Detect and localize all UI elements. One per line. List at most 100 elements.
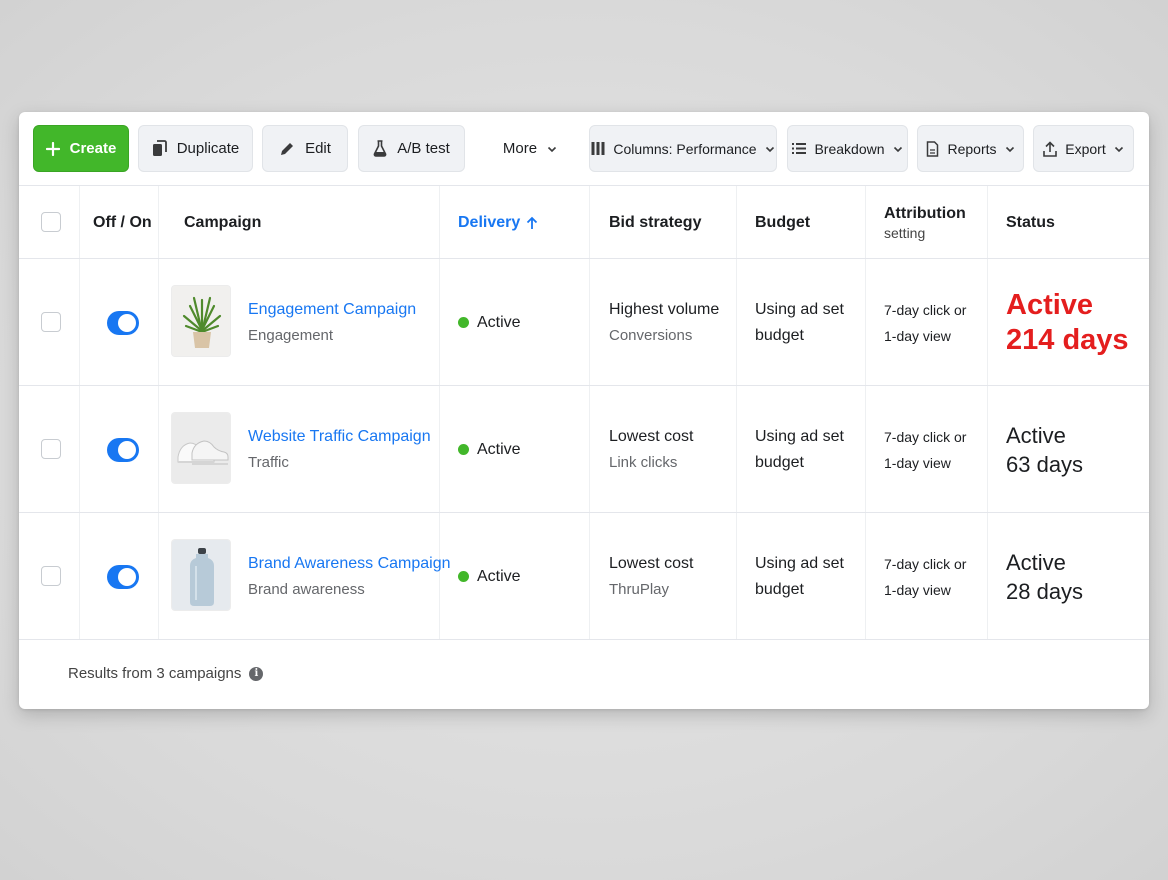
bid-strategy-cell: Highest volume Conversions [609, 259, 719, 386]
reports-label: Reports [947, 140, 997, 157]
more-label: More [502, 140, 538, 157]
export-label: Export [1065, 140, 1106, 157]
sort-ascending-icon [527, 216, 538, 229]
header-budget[interactable]: Budget [755, 186, 810, 259]
campaign-toggle[interactable] [107, 438, 139, 462]
document-icon [927, 140, 939, 157]
header-attribution-sub: setting [884, 224, 926, 241]
status-duration: 214 days [1006, 323, 1129, 356]
pencil-icon [281, 142, 294, 155]
bid-strategy: Lowest cost [609, 555, 694, 572]
bid-strategy-cell: Lowest cost ThruPlay [609, 513, 693, 640]
duplicate-icon [152, 140, 167, 156]
export-dropdown[interactable]: Export [1033, 125, 1134, 172]
header-off-on: Off / On [93, 213, 152, 231]
status-cell: Active 214 days [1006, 259, 1129, 386]
breakdown-dropdown[interactable]: Breakdown [787, 125, 908, 172]
table-row[interactable]: Engagement Campaign Engagement Active Hi… [19, 259, 1149, 386]
bid-strategy-sub: Conversions [609, 327, 693, 344]
duplicate-button[interactable]: Duplicate [138, 125, 253, 172]
info-icon[interactable]: i [249, 666, 264, 681]
campaign-cell: Website Traffic Campaign Traffic [248, 386, 431, 513]
edit-button[interactable]: Edit [262, 125, 348, 172]
budget-cell: Using ad set budget [755, 513, 844, 640]
delivery-cell: Active [458, 513, 521, 640]
ab-test-label: A/B test [397, 140, 450, 157]
campaign-name-link[interactable]: Engagement Campaign [248, 301, 416, 319]
delivery-cell: Active [458, 386, 521, 513]
columns-icon [591, 142, 605, 155]
header-delivery-label: Delivery [458, 213, 521, 231]
active-status-dot [458, 444, 469, 455]
status-line: Active [1006, 288, 1094, 321]
columns-dropdown[interactable]: Columns: Performance [589, 125, 777, 172]
results-summary: Results from 3 campaigns [68, 665, 242, 682]
chevron-down-icon [1005, 146, 1014, 152]
bid-strategy-sub: ThruPlay [609, 581, 670, 598]
more-button[interactable]: More [475, 125, 585, 172]
chevron-down-icon [765, 146, 774, 152]
reports-dropdown[interactable]: Reports [917, 125, 1024, 172]
campaign-toggle[interactable] [107, 565, 139, 589]
status-line: Active [1006, 549, 1066, 575]
bid-strategy: Lowest cost [609, 428, 694, 445]
attribution-cell: 7-day click or 1-day view [884, 386, 966, 513]
campaign-name-link[interactable]: Website Traffic Campaign [248, 428, 431, 446]
header-attribution-label: Attribution [884, 204, 966, 222]
header-campaign[interactable]: Campaign [184, 186, 261, 259]
ab-test-button[interactable]: A/B test [358, 125, 465, 172]
header-delivery[interactable]: Delivery [458, 186, 538, 259]
edit-label: Edit [305, 140, 331, 157]
table-row[interactable]: Website Traffic Campaign Traffic Active … [19, 386, 1149, 513]
budget-line: Using ad set [755, 427, 844, 445]
table-row[interactable]: Brand Awareness Campaign Brand awareness… [19, 513, 1149, 640]
status-duration: 63 days [1006, 451, 1084, 477]
chevron-down-icon [893, 146, 902, 152]
active-status-dot [458, 571, 469, 582]
header-status[interactable]: Status [1006, 186, 1055, 259]
budget-line: budget [755, 453, 804, 471]
budget-line: Using ad set [755, 300, 844, 318]
status-cell: Active 63 days [1006, 386, 1083, 513]
attribution-line: 1-day view [884, 327, 951, 344]
budget-line: budget [755, 580, 804, 598]
campaign-objective: Engagement [248, 327, 334, 344]
attribution-cell: 7-day click or 1-day view [884, 259, 966, 386]
budget-cell: Using ad set budget [755, 386, 844, 513]
ads-manager-panel: Create Duplicate Edit A/B test More Colu… [19, 112, 1149, 709]
list-icon [792, 143, 807, 154]
delivery-status: Active [477, 440, 521, 458]
campaign-thumbnail-plant [171, 285, 231, 357]
attribution-line: 7-day click or [884, 301, 967, 318]
create-button[interactable]: Create [33, 125, 129, 172]
header-attribution[interactable]: Attribution setting [884, 186, 966, 259]
row-checkbox[interactable] [41, 566, 61, 586]
bid-strategy-cell: Lowest cost Link clicks [609, 386, 693, 513]
plus-icon [45, 141, 60, 156]
bid-strategy: Highest volume [609, 301, 720, 318]
campaign-toggle[interactable] [107, 311, 139, 335]
chevron-down-icon [1114, 146, 1123, 152]
header-bid-strategy[interactable]: Bid strategy [609, 186, 701, 259]
bid-strategy-sub: Link clicks [609, 454, 678, 471]
attribution-line: 1-day view [884, 454, 951, 471]
budget-line: Using ad set [755, 554, 844, 572]
plant-image [172, 286, 230, 356]
attribution-cell: 7-day click or 1-day view [884, 513, 966, 640]
campaign-name-link[interactable]: Brand Awareness Campaign [248, 555, 451, 573]
toolbar: Create Duplicate Edit A/B test More Colu… [19, 112, 1149, 186]
create-label: Create [69, 140, 117, 157]
row-checkbox[interactable] [41, 439, 61, 459]
attribution-line: 7-day click or [884, 555, 967, 572]
row-checkbox[interactable] [41, 312, 61, 332]
flask-icon [373, 140, 387, 157]
select-all-checkbox[interactable] [41, 212, 61, 232]
sneakers-image [172, 413, 230, 483]
delivery-status: Active [477, 313, 521, 331]
delivery-status: Active [477, 567, 521, 585]
attribution-line: 7-day click or [884, 428, 967, 445]
budget-line: budget [755, 326, 804, 344]
breakdown-label: Breakdown [814, 140, 885, 157]
delivery-cell: Active [458, 259, 521, 386]
campaign-thumbnail-water-bottle [171, 539, 231, 611]
